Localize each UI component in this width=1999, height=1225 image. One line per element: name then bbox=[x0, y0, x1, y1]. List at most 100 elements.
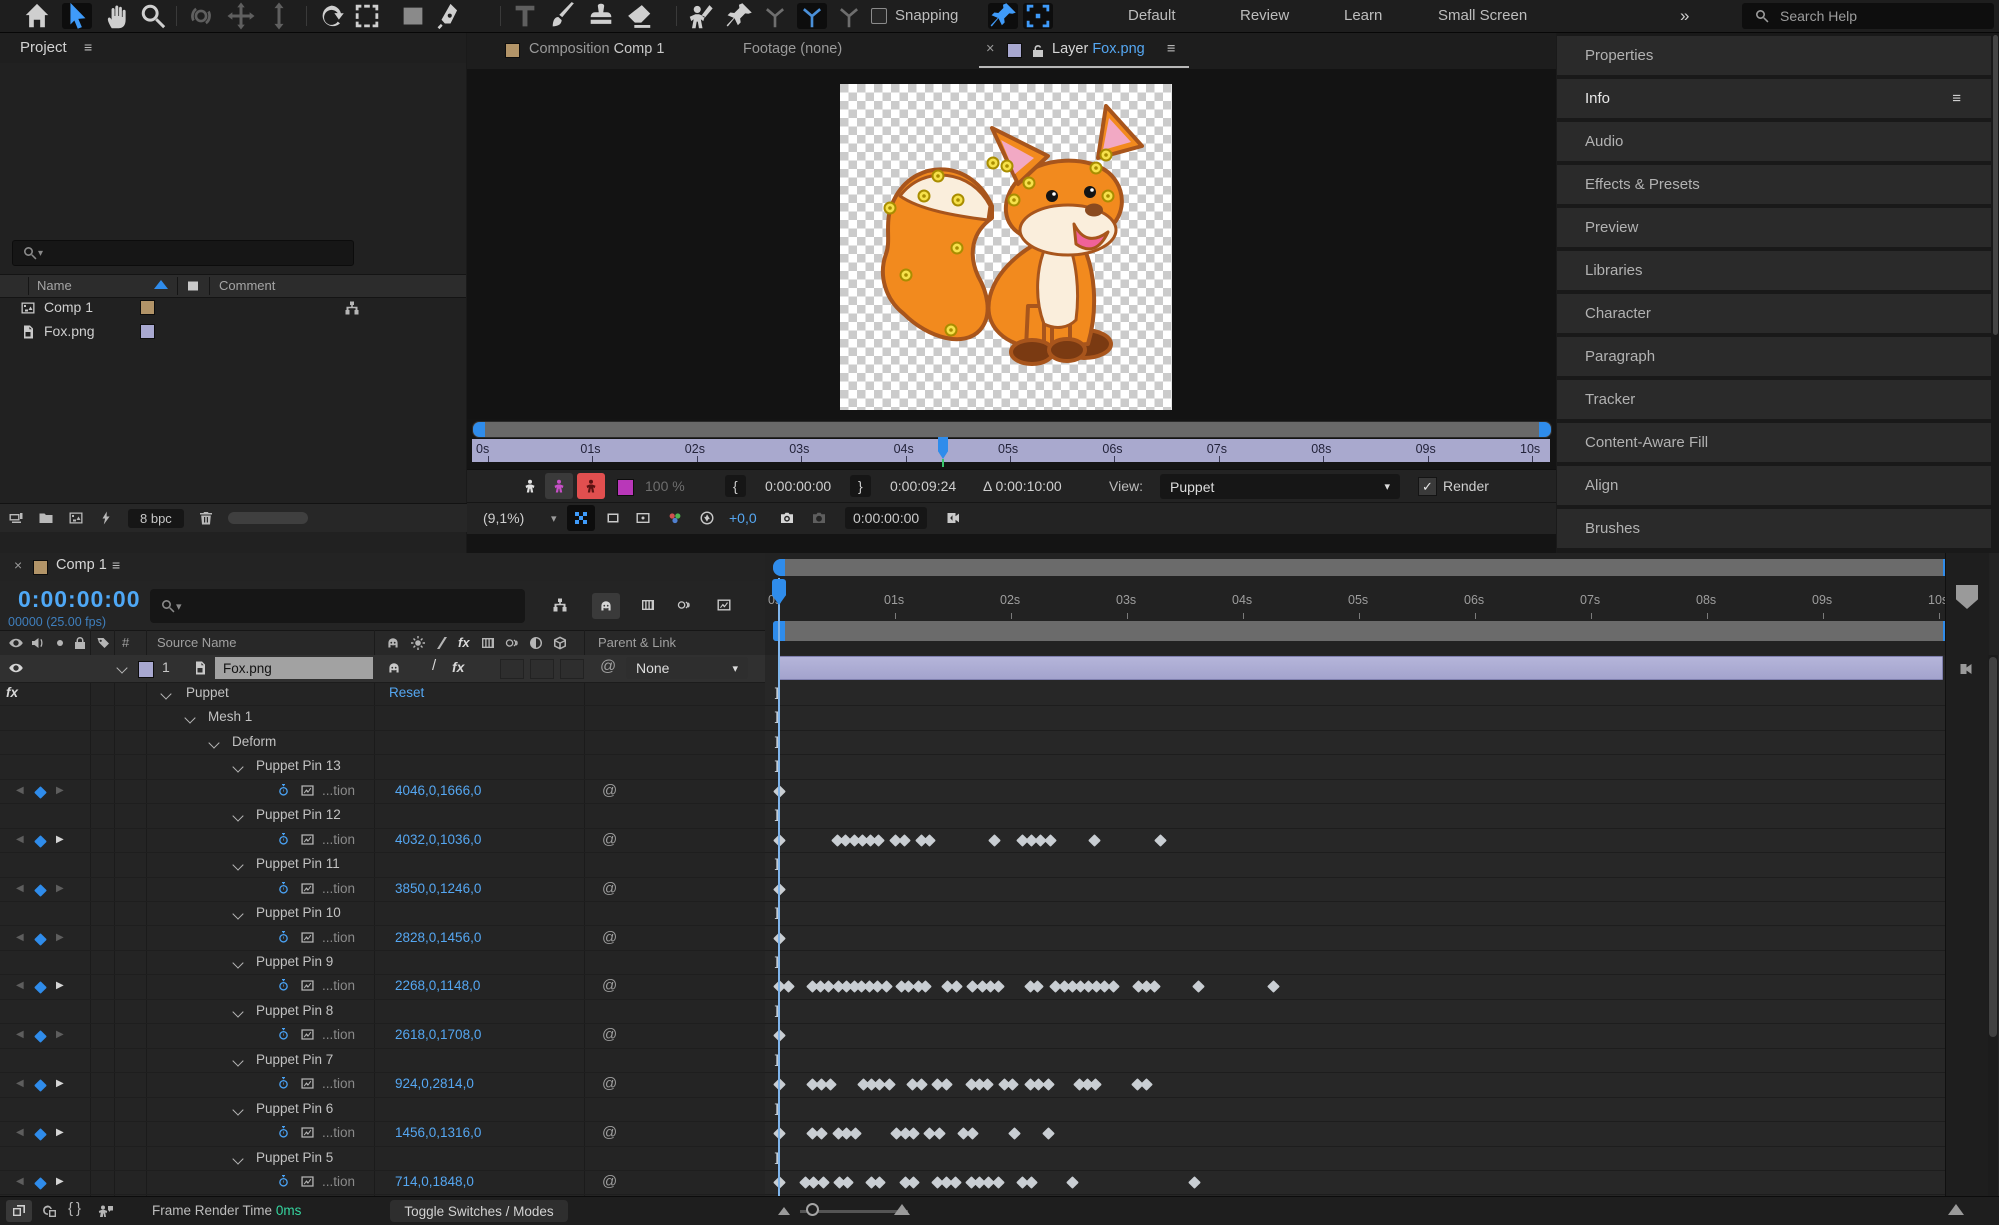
brackets-icon[interactable]: { } bbox=[68, 1200, 81, 1217]
dolly-camera-tool[interactable] bbox=[264, 3, 294, 29]
scrollbar-thumb[interactable] bbox=[1989, 657, 1997, 1037]
layer-color-chip[interactable] bbox=[138, 661, 154, 678]
group-label[interactable]: Puppet Pin 5 bbox=[256, 1150, 333, 1165]
graph-icon[interactable] bbox=[300, 881, 315, 896]
exposure-shutter-icon[interactable] bbox=[699, 510, 715, 526]
expand-chevron-icon[interactable] bbox=[232, 1055, 243, 1066]
panel-tab-effects-presets[interactable]: Effects & Presets bbox=[1557, 165, 1991, 204]
expand-chevron-icon[interactable] bbox=[232, 1153, 243, 1164]
always-preview-icon[interactable] bbox=[522, 478, 538, 494]
prev-keyframe-icon[interactable]: ◀ bbox=[16, 980, 24, 991]
prev-keyframe-icon[interactable]: ◀ bbox=[16, 785, 24, 796]
keyframe-diamond[interactable] bbox=[1044, 834, 1057, 847]
pan-camera-tool[interactable] bbox=[226, 3, 256, 29]
keyframe-diamond[interactable] bbox=[1107, 981, 1120, 994]
keyframe-toggle-icon[interactable] bbox=[34, 786, 47, 799]
keyframe-lane[interactable]: I bbox=[765, 1049, 1945, 1073]
property-label[interactable]: ...tion bbox=[322, 1174, 355, 1189]
pickwhip-icon[interactable]: @ bbox=[602, 977, 617, 994]
graph-icon[interactable] bbox=[300, 930, 315, 945]
property-row-1456013160[interactable]: ◀▶...tion1456,0,1316,0@ bbox=[0, 1122, 765, 1146]
snapshot-camera-icon[interactable] bbox=[779, 510, 795, 526]
keyframe-diamond[interactable] bbox=[881, 981, 894, 994]
new-folder-icon[interactable] bbox=[38, 510, 54, 526]
layer-row-fox[interactable]: 1 Fox.png / fx @ None▾ bbox=[0, 655, 765, 683]
graph-icon[interactable] bbox=[300, 783, 315, 798]
safe-margins-icon[interactable] bbox=[635, 510, 651, 526]
group-row-puppet-pin-12[interactable]: Puppet Pin 12 bbox=[0, 804, 765, 828]
work-area-start-handle[interactable] bbox=[473, 422, 485, 437]
view-dropdown[interactable]: Puppet▾ bbox=[1160, 474, 1400, 499]
keyframe-toggle-icon[interactable] bbox=[34, 933, 47, 946]
keyframe-diamond[interactable] bbox=[992, 1176, 1005, 1189]
keyframe-lane[interactable]: I bbox=[765, 755, 1945, 779]
keyframe-lane[interactable] bbox=[765, 1122, 1945, 1146]
viewer-time-ruler[interactable]: 0s01s02s03s04s05s06s07s08s09s10s bbox=[472, 439, 1550, 462]
collapse-sun-icon[interactable] bbox=[410, 635, 426, 651]
tab-footage[interactable]: Footage (none) bbox=[743, 41, 842, 57]
viewer-canvas[interactable] bbox=[467, 69, 1556, 419]
interpret-footage-icon[interactable] bbox=[8, 510, 24, 526]
render-queue-button[interactable] bbox=[6, 1200, 32, 1222]
time-ruler[interactable]: 0s01s02s03s04s05s06s07s08s09s10s bbox=[765, 579, 1999, 619]
keyframe-diamond[interactable] bbox=[988, 834, 1001, 847]
fox-image[interactable] bbox=[840, 84, 1172, 410]
expand-chevron-icon[interactable] bbox=[232, 957, 243, 968]
group-label[interactable]: Puppet Pin 8 bbox=[256, 1003, 333, 1018]
fx-switch[interactable]: fx bbox=[452, 659, 464, 675]
brush-tool[interactable] bbox=[548, 3, 578, 29]
pickwhip-icon[interactable]: @ bbox=[602, 831, 617, 848]
stopwatch-icon[interactable] bbox=[276, 881, 291, 896]
graph-editor-icon[interactable] bbox=[716, 597, 732, 613]
motion-blur-icon[interactable] bbox=[504, 635, 520, 651]
group-label[interactable]: Deform bbox=[232, 734, 276, 749]
work-area-bar[interactable] bbox=[773, 621, 1955, 641]
keyframe-toggle-icon[interactable] bbox=[34, 884, 47, 897]
property-value[interactable]: 2828,0,1456,0 bbox=[395, 930, 481, 945]
prev-keyframe-icon[interactable]: ◀ bbox=[16, 834, 24, 845]
keyframe-diamond[interactable] bbox=[1042, 1127, 1055, 1140]
property-value[interactable]: 2618,0,1708,0 bbox=[395, 1027, 481, 1042]
layer-duration-bar[interactable] bbox=[779, 656, 1943, 680]
keyframe-diamond[interactable] bbox=[898, 834, 911, 847]
zoom-tool[interactable] bbox=[138, 3, 168, 29]
panel-tab-align[interactable]: Align bbox=[1557, 466, 1991, 505]
group-label[interactable]: Puppet Pin 9 bbox=[256, 954, 333, 969]
frame-blend-icon[interactable] bbox=[640, 597, 656, 613]
quality-switch[interactable]: / bbox=[432, 657, 436, 674]
keyframe-diamond[interactable] bbox=[872, 834, 885, 847]
keyframe-diamond[interactable] bbox=[1026, 1176, 1039, 1189]
next-keyframe-icon[interactable]: ▶ bbox=[56, 980, 64, 991]
home-tool[interactable] bbox=[22, 3, 52, 29]
unlock-icon[interactable] bbox=[1030, 43, 1046, 59]
zoom-out-mountain-icon[interactable] bbox=[778, 1207, 790, 1215]
pickwhip-icon[interactable]: @ bbox=[602, 1026, 617, 1043]
pen-tool[interactable] bbox=[434, 3, 464, 29]
panel-menu-icon[interactable]: ≡ bbox=[1952, 90, 1961, 107]
prev-keyframe-icon[interactable]: ◀ bbox=[16, 1127, 24, 1138]
keyframe-lane[interactable] bbox=[765, 1024, 1945, 1048]
region-of-interest-icon[interactable] bbox=[605, 510, 621, 526]
keyframe-lane[interactable]: I bbox=[765, 706, 1945, 730]
keyframe-lane[interactable]: I bbox=[765, 1000, 1945, 1024]
keyframe-diamond[interactable] bbox=[907, 1176, 920, 1189]
property-value[interactable]: 4046,0,1666,0 bbox=[395, 783, 481, 798]
keyframe-lane[interactable] bbox=[765, 780, 1945, 804]
group-label[interactable]: Mesh 1 bbox=[208, 709, 252, 724]
keyframe-diamond[interactable] bbox=[1042, 1078, 1055, 1091]
prev-keyframe-icon[interactable]: ◀ bbox=[16, 1029, 24, 1040]
property-row-2268011480[interactable]: ◀▶...tion2268,0,1148,0@ bbox=[0, 975, 765, 999]
playhead-line[interactable] bbox=[778, 578, 780, 1196]
mountain-icon[interactable] bbox=[1948, 1204, 1964, 1215]
project-panel-title[interactable]: Project bbox=[20, 39, 67, 56]
keyframe-lane[interactable] bbox=[765, 829, 1945, 853]
type-tool[interactable] bbox=[510, 3, 540, 29]
group-row-deform[interactable]: Deform bbox=[0, 731, 765, 755]
expand-chevron-icon[interactable] bbox=[232, 811, 243, 822]
panel-tab-properties[interactable]: Properties bbox=[1557, 36, 1991, 75]
keyframe-lane[interactable]: I bbox=[765, 804, 1945, 828]
audio-icon[interactable] bbox=[30, 635, 46, 651]
timeline-menu-icon[interactable]: ≡ bbox=[112, 557, 120, 573]
property-row-4046016660[interactable]: ◀▶...tion4046,0,1666,0@ bbox=[0, 780, 765, 804]
preview-time-value[interactable]: 0:00:00:00 bbox=[845, 507, 927, 529]
